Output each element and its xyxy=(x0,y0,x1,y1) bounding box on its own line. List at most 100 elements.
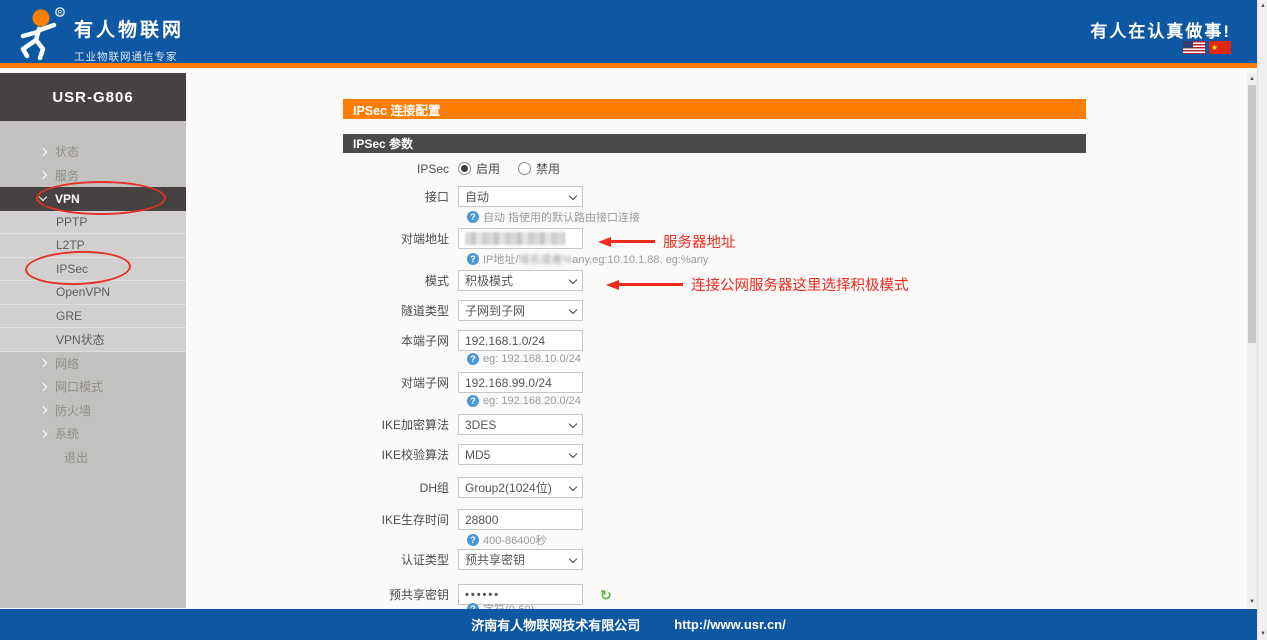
select-value: Group2(1024位) xyxy=(465,479,552,496)
form-row-auth-type: 认证类型 预共享密钥 xyxy=(343,549,1086,570)
chevron-down-icon xyxy=(569,482,577,490)
form-row-peer-subnet: 对端子网 192.168.99.0/24 xyxy=(343,372,1086,393)
input-value: 28800 xyxy=(465,513,498,527)
form-row-dh-group: DH组 Group2(1024位) xyxy=(343,477,1086,498)
english-flag-icon[interactable] xyxy=(1183,41,1205,54)
annotation-server-address: 服务器地址 xyxy=(598,231,736,252)
sidebar-item-network[interactable]: 网络 xyxy=(0,352,186,376)
ike-hash-select[interactable]: MD5 xyxy=(458,444,583,465)
annotation-text: 连接公网服务器这里选择积极模式 xyxy=(691,274,909,295)
input-value: 192.168.1.0/24 xyxy=(465,334,545,348)
sidebar-item-vpn[interactable]: VPN xyxy=(0,187,186,211)
form-row-ike-lifetime: IKE生存时间 28800 xyxy=(343,509,1086,530)
brand-subtitle: 工业物联网通信专家 xyxy=(74,49,184,64)
field-label: 对端子网 xyxy=(343,374,458,391)
sidebar-item-openvpn[interactable]: OpenVPN xyxy=(0,281,186,305)
chevron-right-icon xyxy=(39,406,47,414)
interface-select[interactable]: 自动 xyxy=(458,186,583,207)
scroll-up-icon[interactable]: ▲ xyxy=(1258,1,1267,11)
field-label: 对端地址 xyxy=(343,230,458,247)
chevron-down-icon xyxy=(569,449,577,457)
sidebar-item-vpn-status[interactable]: VPN状态 xyxy=(0,328,186,352)
sidebar: USR-G806 状态服务 VPN PPTPL2TPIPSec OpenVPN GRE V… xyxy=(0,73,186,608)
scrollbar-thumb[interactable] xyxy=(1248,85,1256,343)
page-title: IPSec 连接配置 xyxy=(343,99,1086,119)
radio-enable[interactable]: 启用 xyxy=(458,160,500,177)
chevron-down-icon xyxy=(569,305,577,313)
sidebar-item-label: GRE xyxy=(56,309,82,323)
sidebar-item-gre[interactable]: GRE xyxy=(0,305,186,329)
peer-address-input[interactable] xyxy=(458,228,583,249)
ike-encryption-select[interactable]: 3DES xyxy=(458,414,583,435)
svg-text:R: R xyxy=(58,11,63,17)
sidebar-item-ipsec[interactable]: IPSec xyxy=(0,258,186,282)
peer-address-hint: ? IP地址/域名或者%any,eg:10.10.1.88, eg:%any xyxy=(467,251,708,267)
chevron-down-icon xyxy=(569,275,577,283)
sidebar-item-logout[interactable]: 退出 xyxy=(0,446,186,470)
auth-type-select[interactable]: 预共享密钥 xyxy=(458,549,583,570)
chevron-right-icon xyxy=(39,148,47,156)
form-row-ipsec-enable: IPSec 启用 禁用 xyxy=(343,160,1086,177)
device-name: USR-G806 xyxy=(0,73,186,121)
field-label: IPSec xyxy=(343,162,458,176)
sidebar-item-system[interactable]: 系统 xyxy=(0,422,186,446)
ike-lifetime-hint: ? 400-86400秒 xyxy=(467,532,547,548)
radio-label: 禁用 xyxy=(536,160,560,177)
tunnel-type-select[interactable]: 子网到子网 xyxy=(458,300,583,321)
footer: 济南有人物联网技术有限公司 http://www.usr.cn/ xyxy=(0,609,1257,640)
red-arrow-icon xyxy=(598,237,611,247)
hint-text: 自动 指使用的默认路由接口连接 xyxy=(483,209,640,225)
interface-hint: ? 自动 指使用的默认路由接口连接 xyxy=(467,209,640,225)
footer-url[interactable]: http://www.usr.cn/ xyxy=(674,617,785,632)
field-label: IKE校验算法 xyxy=(343,446,458,463)
field-label: 模式 xyxy=(343,272,458,289)
scroll-down-icon[interactable]: ▼ xyxy=(1258,629,1267,639)
chevron-right-icon xyxy=(39,383,47,391)
select-value: MD5 xyxy=(465,448,490,462)
annotation-text: 服务器地址 xyxy=(663,231,736,252)
sidebar-item-pptp[interactable]: PPTP xyxy=(0,211,186,235)
input-value: •••••• xyxy=(465,589,500,601)
help-icon: ? xyxy=(467,211,479,223)
field-label: 认证类型 xyxy=(343,551,458,568)
field-label: IKE加密算法 xyxy=(343,416,458,433)
field-label: 接口 xyxy=(343,188,458,205)
select-value: 积极模式 xyxy=(465,272,513,289)
content-scrollbar[interactable]: ▲ ▼ xyxy=(1247,73,1257,608)
usr-logo-icon: R xyxy=(10,5,70,63)
peer-subnet-input[interactable]: 192.168.99.0/24 xyxy=(458,372,583,393)
radio-icon-selected[interactable] xyxy=(458,162,471,175)
chinese-flag-icon[interactable]: ★ xyxy=(1209,41,1231,54)
page-scrollbar[interactable]: ▲ ▼ xyxy=(1257,0,1267,640)
section-title: IPSec 参数 xyxy=(343,134,1086,153)
local-subnet-input[interactable]: 192.168.1.0/24 xyxy=(458,330,583,351)
sidebar-item-firewall[interactable]: 防火墙 xyxy=(0,399,186,423)
sidebar-item-status[interactable]: 状态 xyxy=(0,140,186,164)
scroll-down-icon[interactable]: ▼ xyxy=(1247,597,1257,607)
sidebar-item-port-mode[interactable]: 网口模式 xyxy=(0,375,186,399)
sidebar-menu: 状态服务 VPN PPTPL2TPIPSec OpenVPN GRE VPN状态网络网口模… xyxy=(0,121,186,469)
brand-block: 有人物联网 工业物联网通信专家 xyxy=(74,15,184,64)
select-value: 预共享密钥 xyxy=(465,551,525,568)
field-label: 隧道类型 xyxy=(343,302,458,319)
sidebar-item-label: VPN xyxy=(55,192,80,206)
refresh-icon[interactable]: ↻ xyxy=(600,587,612,604)
hint-text: IP地址/域名或者%any,eg:10.10.1.88, eg:%any xyxy=(483,251,708,267)
sidebar-item-service[interactable]: 服务 xyxy=(0,164,186,188)
sidebar-item-label: OpenVPN xyxy=(56,285,110,299)
sidebar-item-label: 网口模式 xyxy=(55,378,103,395)
select-value: 子网到子网 xyxy=(465,302,525,319)
help-icon: ? xyxy=(467,253,479,265)
select-value: 自动 xyxy=(465,188,489,205)
form-row-ike-hash: IKE校验算法 MD5 xyxy=(343,444,1086,465)
chevron-right-icon xyxy=(39,430,47,438)
form-row-tunnel-type: 隧道类型 子网到子网 xyxy=(343,300,1086,321)
input-value: 192.168.99.0/24 xyxy=(465,376,552,390)
scroll-up-icon[interactable]: ▲ xyxy=(1247,74,1257,84)
radio-disable[interactable]: 禁用 xyxy=(518,160,560,177)
sidebar-item-l2tp[interactable]: L2TP xyxy=(0,234,186,258)
dh-group-select[interactable]: Group2(1024位) xyxy=(458,477,583,498)
ike-lifetime-input[interactable]: 28800 xyxy=(458,509,583,530)
mode-select[interactable]: 积极模式 xyxy=(458,270,583,291)
radio-icon[interactable] xyxy=(518,162,531,175)
